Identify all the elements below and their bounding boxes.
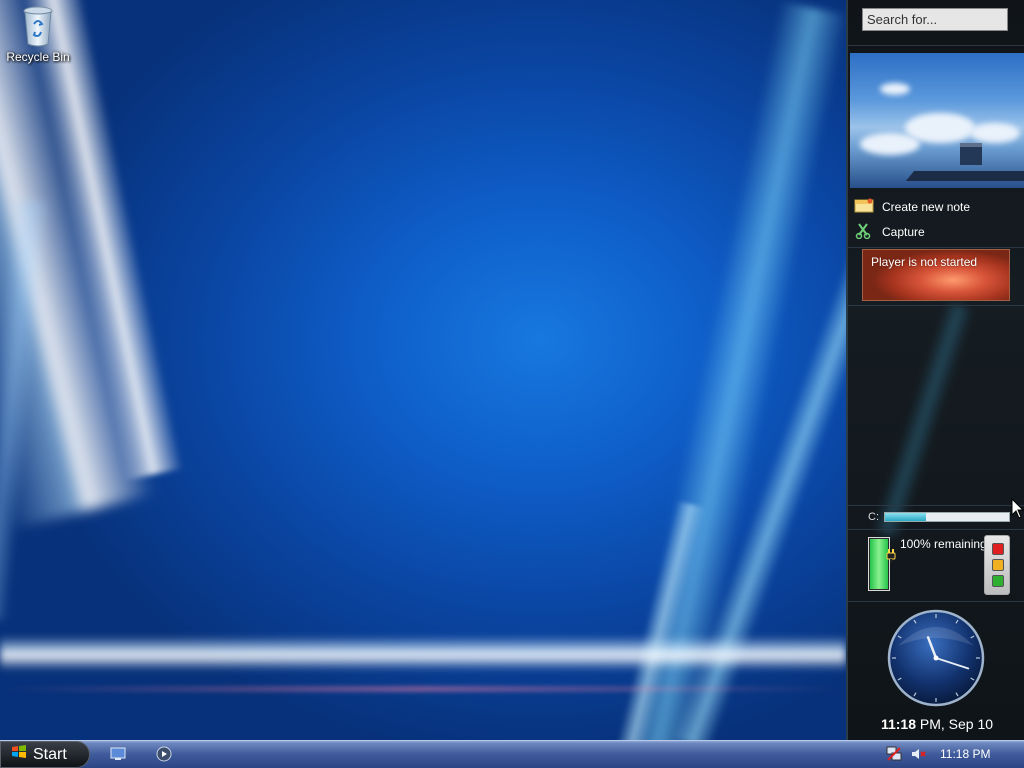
slideshow-hut [960,143,982,165]
network-icon[interactable] [886,746,902,762]
capture-button[interactable]: Capture [854,221,925,243]
sticky-note-icon [854,198,874,217]
show-desktop-icon[interactable] [110,746,126,762]
battery-status-text: 100% remaining [900,537,987,551]
red-light [992,543,1004,555]
mouse-cursor [1011,497,1024,525]
volume-muted-icon[interactable] [910,746,926,762]
yellow-light [992,559,1004,571]
desktop-icon-recycle-bin[interactable]: Recycle Bin [4,6,72,64]
start-button[interactable]: Start [0,741,90,768]
capture-label: Capture [882,225,925,239]
gadget-divider [848,529,1024,530]
search-input[interactable] [862,8,1008,31]
start-label: Start [33,745,67,763]
media-player-gadget[interactable]: Player is not started [862,249,1010,301]
wallpaper-light-ray [16,0,184,481]
clock-date: PM, Sep 10 [916,716,994,732]
wallpaper-light-band [0,636,846,670]
windows-logo-icon [11,744,27,765]
wallpaper-light-band [0,686,846,692]
gadget-divider [848,305,1024,306]
media-player-icon[interactable] [156,746,172,762]
wallpaper-light-ray [0,0,156,530]
drive-label: C: [868,511,879,523]
clock-text: 11:18 PM, Sep 10 [848,716,1024,732]
drive-usage-fill [885,513,926,521]
clock-gadget[interactable] [886,608,986,708]
gadget-divider [848,601,1024,602]
tray-clock[interactable]: 11:18 PM [940,747,990,761]
gadget-divider [848,505,1024,506]
green-light [992,575,1004,587]
slideshow-gadget[interactable] [850,53,1024,188]
windows-sidebar: Create new note Capture Player is not st… [846,0,1024,740]
power-plug-icon [886,549,896,568]
desktop[interactable]: Recycle Bin [0,0,846,740]
create-note-label: Create new note [882,200,971,214]
create-note-button[interactable]: Create new note [854,196,970,218]
clock-time: 11:18 [880,716,916,732]
wallpaper-light-ray [621,1,846,740]
wallpaper-light-ray [672,248,846,740]
gadget-divider [848,45,1024,46]
scissors-icon [854,222,874,242]
gadget-divider [848,247,1024,248]
media-player-status: Player is not started [871,255,978,269]
recycle-bin-icon [23,6,53,47]
wallpaper-light-ray [604,500,706,740]
slideshow-cloud [880,83,910,95]
taskbar: Start 11:18 PM [0,740,1024,768]
slideshow-cloud [970,123,1020,143]
drive-usage-bar [884,512,1010,522]
analog-clock-face [887,609,985,707]
wallpaper-light-ray [0,199,52,621]
traffic-light-indicator [984,535,1010,595]
slideshow-cloud [905,113,975,143]
slideshow-pier [905,171,1024,181]
desktop-icon-label: Recycle Bin [6,50,70,64]
